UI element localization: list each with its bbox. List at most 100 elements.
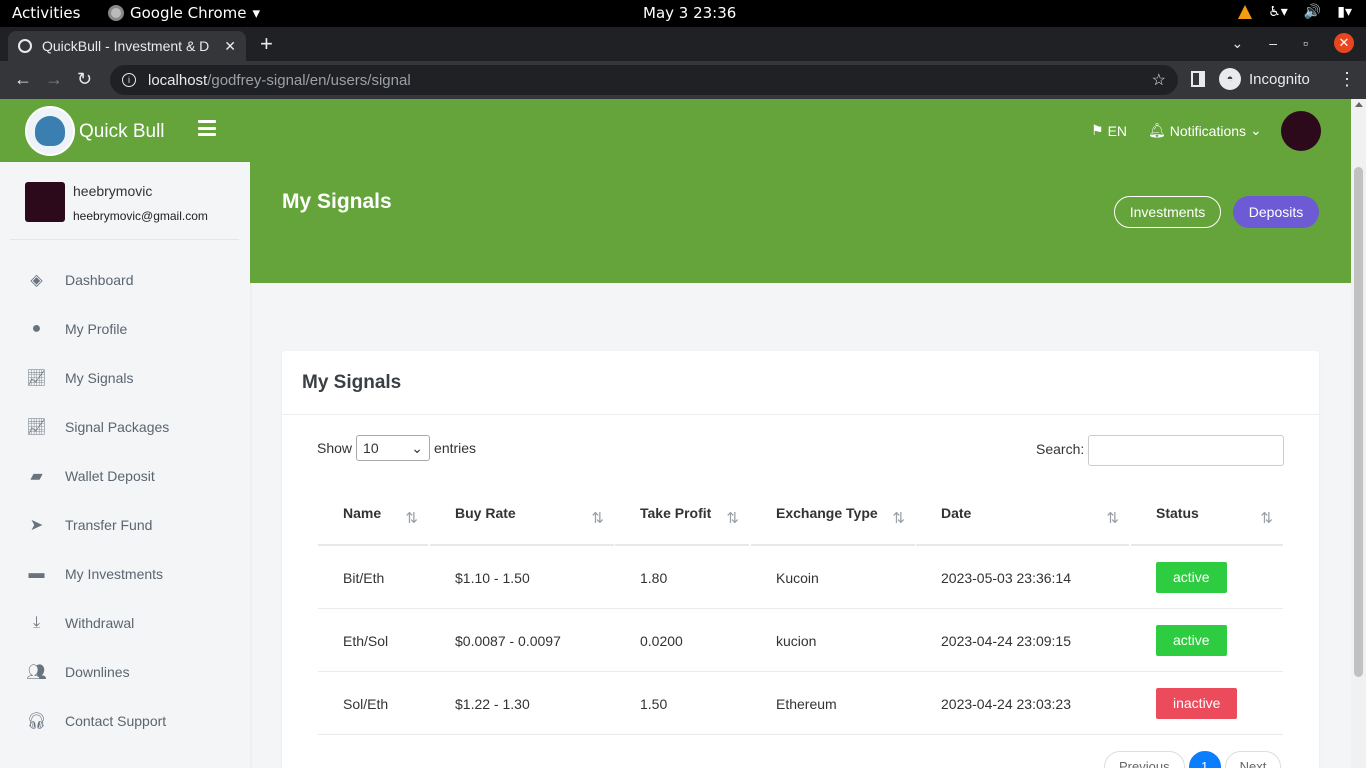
sidebar: heebrymovic heebrymovic@gmail.com ◈ Dashb… <box>0 162 250 768</box>
user-icon: ● <box>31 319 42 337</box>
back-icon[interactable]: ← <box>14 69 32 90</box>
site-info-icon[interactable]: i <box>122 73 136 87</box>
caret-down-icon: ▾ <box>252 4 261 22</box>
signals-table: Name ⇅ Buy Rate ⇅ Take Profit ⇅ Exchange Ty… <box>318 491 1283 735</box>
avatar[interactable] <box>1281 111 1321 151</box>
close-tab-icon[interactable]: ✕ <box>224 38 236 55</box>
incognito-icon: ◓ <box>1219 68 1241 90</box>
sidebar-item-signal-packages[interactable]: 📈︎ Signal Packages <box>0 402 250 451</box>
user-email: heebrymovic@gmail.com <box>73 209 208 223</box>
cell-take-profit: 1.80 <box>640 569 668 586</box>
reload-icon[interactable]: ↻ <box>77 69 92 90</box>
page-title: My Signals <box>282 190 392 213</box>
sidebar-item-label: Dashboard <box>65 271 134 288</box>
sort-icon: ⇅ <box>726 510 739 527</box>
cell-name: Eth/Sol <box>343 632 389 649</box>
cell-status: active <box>1131 546 1227 609</box>
table-row: Sol/Eth $1.22 - 1.30 1.50 Ethereum 2023-… <box>318 672 1283 735</box>
table-row: Eth/Sol $0.0087 - 0.0097 0.0200 kucion 2… <box>318 609 1283 672</box>
notifications-dropdown[interactable]: 🔔︎ Notifications ⌄ <box>1148 122 1262 139</box>
incognito-profile[interactable]: ◓ Incognito <box>1219 68 1310 90</box>
investments-button[interactable]: Investments <box>1114 196 1221 228</box>
cell-buy-rate: $1.10 - 1.50 <box>455 569 530 586</box>
column-header-status[interactable]: Status ⇅ <box>1131 491 1283 546</box>
sidebar-item-my-investments[interactable]: ▬ My Investments <box>0 549 250 598</box>
column-header-take-profit[interactable]: Take Profit ⇅ <box>615 491 749 546</box>
volume-icon[interactable]: 🔊 <box>1304 4 1321 20</box>
brand-name[interactable]: Quick Bull <box>79 121 165 143</box>
system-tray[interactable]: ♿▾ 🔊 ▮▾ <box>1238 4 1352 20</box>
sidebar-item-label: Wallet Deposit <box>65 467 155 484</box>
sidebar-item-dashboard[interactable]: ◈ Dashboard <box>0 255 250 304</box>
wallet-icon: ▰ <box>30 467 43 485</box>
page-1-button[interactable]: 1 <box>1188 751 1221 768</box>
page-scrollbar[interactable] <box>1351 99 1366 768</box>
sidebar-item-label: Signal Packages <box>65 418 170 435</box>
window-controls: ⌄ – ▫ ✕ <box>1232 33 1354 53</box>
url-host: localhost <box>148 71 208 89</box>
column-header-date[interactable]: Date ⇅ <box>916 491 1129 546</box>
card-title: My Signals <box>302 372 402 393</box>
sidebar-item-downlines[interactable]: 👥︎ Downlines <box>0 647 250 696</box>
close-window-icon[interactable]: ✕ <box>1334 33 1354 53</box>
sidebar-item-wallet-deposit[interactable]: ▰ Wallet Deposit <box>0 451 250 500</box>
show-label: Show <box>317 440 353 456</box>
scroll-up-arrow-icon[interactable] <box>1355 102 1363 107</box>
new-tab-icon[interactable]: + <box>260 31 273 57</box>
sidebar-item-transfer-fund[interactable]: ➤ Transfer Fund <box>0 500 250 549</box>
sort-icon: ⇅ <box>405 510 418 527</box>
cell-date: 2023-04-24 23:09:15 <box>941 632 1071 649</box>
cell-date: 2023-04-24 23:03:23 <box>941 695 1071 712</box>
language-selector[interactable]: ⚑ EN <box>1091 122 1127 139</box>
maximize-icon[interactable]: ▫ <box>1303 35 1308 51</box>
scroll-thumb[interactable] <box>1354 167 1363 677</box>
address-bar[interactable]: i localhost /godfrey-signal/en/users/sig… <box>110 65 1178 95</box>
tab-search-icon[interactable]: ⌄ <box>1232 35 1244 52</box>
clock[interactable]: May 3 23:36 <box>643 4 736 22</box>
battery-icon[interactable]: ▮▾ <box>1337 4 1352 20</box>
search-label: Search: <box>1036 441 1085 457</box>
sidebar-item-my-signals[interactable]: 📈︎ My Signals <box>0 353 250 402</box>
app-header: Quick Bull ⚑ EN 🔔︎ Notifications ⌄ <box>0 99 1351 162</box>
cell-exchange-type: kucion <box>776 632 817 649</box>
bull-logo-icon <box>35 116 65 146</box>
sort-icon: ⇅ <box>591 510 604 527</box>
vlc-icon[interactable] <box>1238 5 1253 19</box>
sidebar-item-label: My Profile <box>65 320 128 337</box>
sidebar-item-label: Transfer Fund <box>65 516 153 533</box>
brand-logo[interactable] <box>25 106 75 156</box>
headset-icon: 🎧︎ <box>26 712 47 730</box>
sidebar-item-withdrawal[interactable]: ⤓ Withdrawal <box>0 598 250 647</box>
flag-icon: ⚑ <box>1091 122 1104 138</box>
cell-buy-rate: $0.0087 - 0.0097 <box>455 632 561 649</box>
sort-icon: ⇅ <box>1260 510 1273 527</box>
activities-button[interactable]: Activities <box>12 4 80 22</box>
menu-toggle-icon[interactable] <box>198 120 216 136</box>
column-header-buy-rate[interactable]: Buy Rate ⇅ <box>430 491 614 546</box>
search-input[interactable] <box>1088 435 1284 466</box>
bookmark-star-icon[interactable]: ☆ <box>1152 70 1166 90</box>
side-panel-icon[interactable] <box>1191 71 1205 87</box>
next-page-button[interactable]: Next <box>1224 751 1282 768</box>
previous-page-button[interactable]: Previous <box>1104 751 1185 768</box>
pagination: Previous 1 Next <box>1104 751 1282 768</box>
cell-date: 2023-05-03 23:36:14 <box>941 569 1071 586</box>
sidebar-item-label: My Investments <box>65 565 164 582</box>
browser-tab[interactable]: QuickBull - Investment & D ✕ <box>8 31 246 61</box>
deposits-button[interactable]: Deposits <box>1233 196 1319 228</box>
column-header-name[interactable]: Name ⇅ <box>318 491 428 546</box>
column-header-exchange-type[interactable]: Exchange Type ⇅ <box>751 491 915 546</box>
entries-select[interactable]: 10 ⌄ <box>356 435 431 461</box>
forward-icon[interactable]: → <box>45 69 63 90</box>
app-menu[interactable]: Google Chrome ▾ <box>108 4 260 22</box>
minimize-icon[interactable]: – <box>1269 35 1277 51</box>
os-top-bar: Activities Google Chrome ▾ May 3 23:36 ♿… <box>0 0 1366 27</box>
sidebar-item-my-profile[interactable]: ● My Profile <box>0 304 250 353</box>
accessibility-icon[interactable]: ♿▾ <box>1268 4 1288 20</box>
cell-exchange-type: Kucoin <box>776 569 819 586</box>
page-hero: My Signals Investments Deposits <box>250 162 1351 283</box>
more-menu-icon[interactable]: ⋮ <box>1338 69 1356 90</box>
chart-line-icon: 📈︎ <box>26 369 47 387</box>
sidebar-item-label: Downlines <box>65 663 130 680</box>
sidebar-item-contact-support[interactable]: 🎧︎ Contact Support <box>0 696 250 745</box>
